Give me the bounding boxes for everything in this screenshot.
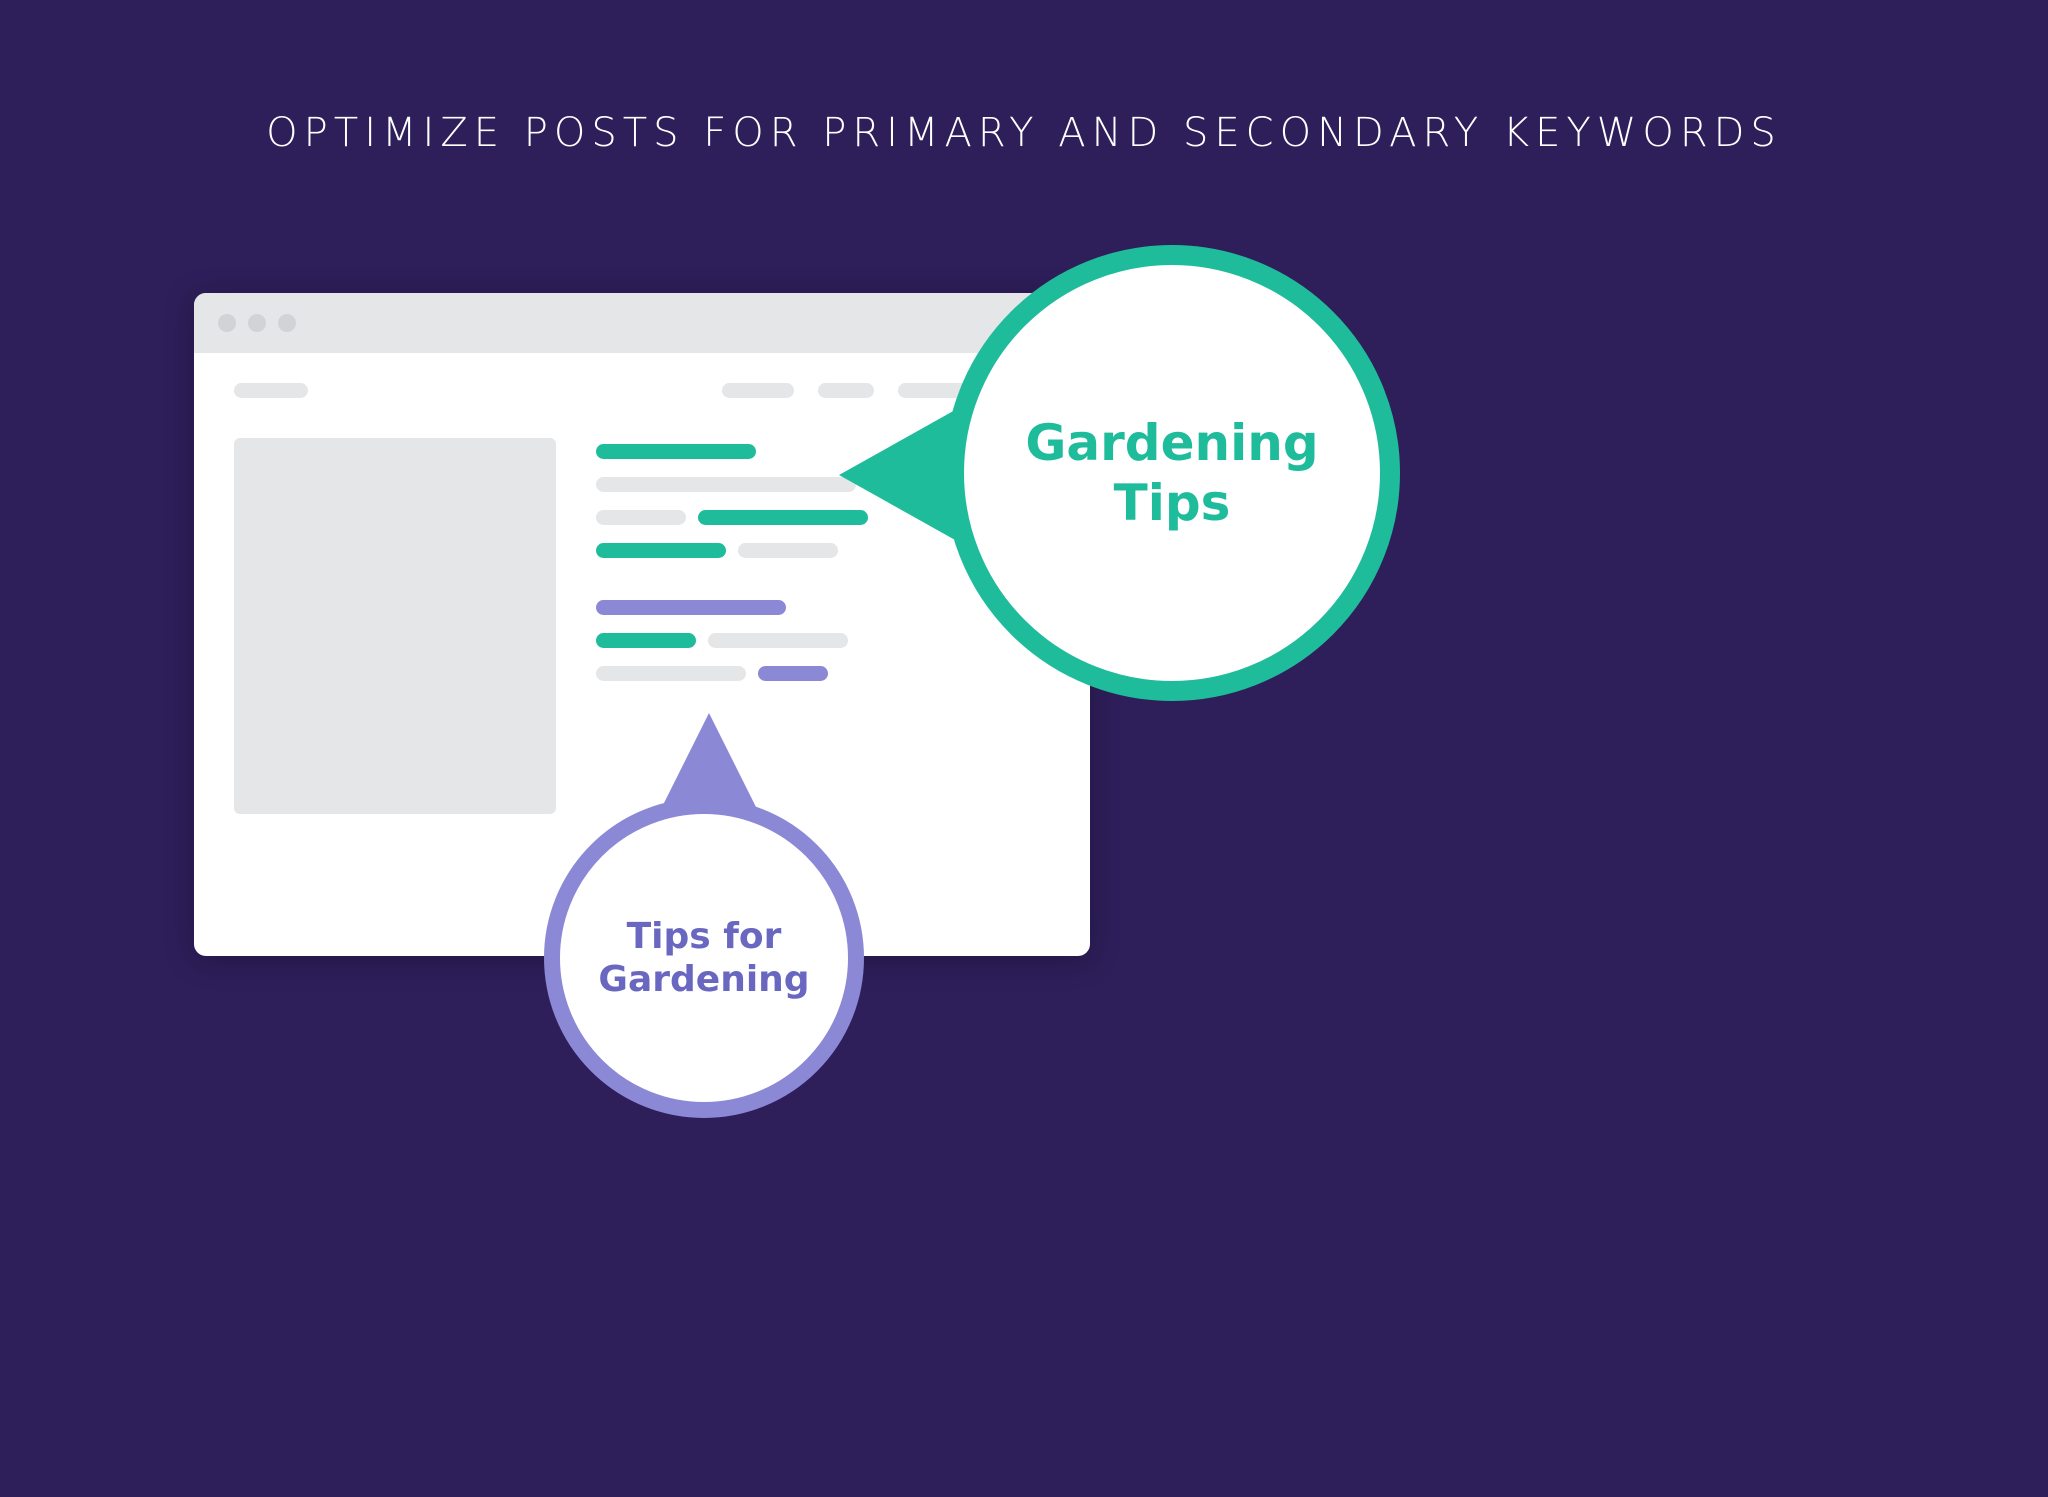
- keyword-primary-highlight: [596, 543, 726, 558]
- window-dot-icon: [218, 314, 236, 332]
- bubble-secondary: Tips for Gardening: [544, 798, 864, 1118]
- callout-primary: Gardening Tips: [944, 245, 1400, 701]
- image-placeholder: [234, 438, 556, 814]
- keyword-secondary-highlight: [596, 600, 786, 615]
- nav-item-placeholder: [818, 383, 874, 398]
- secondary-keyword-label: Tips for Gardening: [560, 915, 848, 1001]
- primary-keyword-label: Gardening Tips: [964, 413, 1380, 533]
- bubble-primary: Gardening Tips: [944, 245, 1400, 701]
- text-placeholder: [596, 510, 686, 525]
- keyword-secondary-highlight: [758, 666, 828, 681]
- text-placeholder: [708, 633, 848, 648]
- window-dot-icon: [248, 314, 266, 332]
- brand-placeholder: [234, 383, 308, 398]
- window-dot-icon: [278, 314, 296, 332]
- diagram-canvas: Gardening Tips Tips for Gardening: [194, 293, 1854, 1393]
- text-placeholder: [596, 477, 856, 492]
- keyword-primary-highlight: [596, 633, 696, 648]
- nav-placeholder: [234, 383, 1050, 398]
- text-placeholder: [738, 543, 838, 558]
- keyword-primary-highlight: [596, 444, 756, 459]
- diagram-title: OPTIMIZE POSTS FOR PRIMARY AND SECONDARY…: [266, 110, 1782, 156]
- nav-item-placeholder: [722, 383, 794, 398]
- text-placeholder: [596, 666, 746, 681]
- callout-secondary: Tips for Gardening: [544, 798, 864, 1118]
